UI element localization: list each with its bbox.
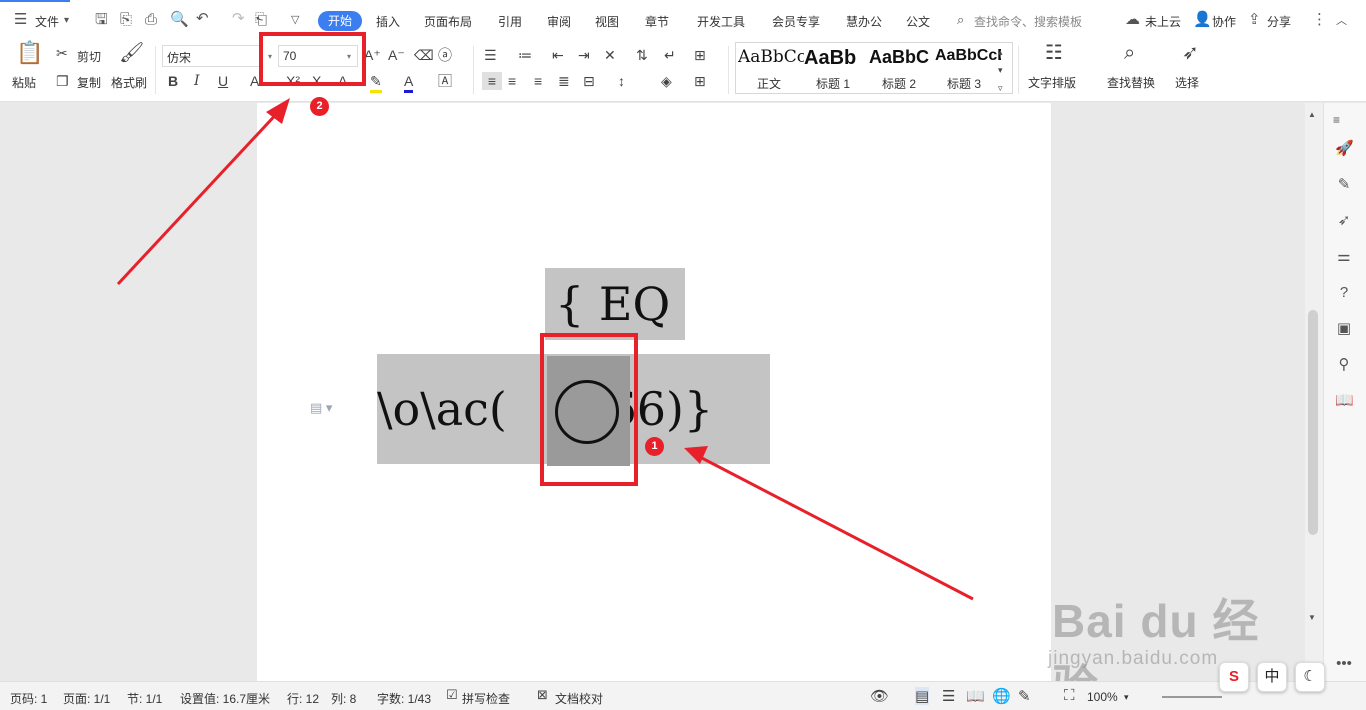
ime-toolbar: S 中 ☾ <box>1219 662 1329 692</box>
sogou-icon[interactable]: S <box>1219 662 1249 692</box>
arrow-to-fontsize <box>116 106 284 286</box>
pointer-icon[interactable]: ➶ <box>1335 212 1353 230</box>
arrow-to-symbol <box>697 454 974 601</box>
status-page[interactable]: 页码: 1 <box>10 690 47 707</box>
spellcheck-button[interactable]: 拼写检查 <box>462 690 510 707</box>
more-horizontal-icon[interactable]: ••• <box>1335 655 1353 673</box>
fit-page-icon[interactable]: ⛶ <box>1064 687 1075 704</box>
status-col[interactable]: 列: 8 <box>331 690 356 707</box>
zoom-dropdown-icon[interactable]: ▾ <box>1124 692 1129 703</box>
arrow-head-symbol <box>684 446 708 464</box>
status-section[interactable]: 节: 1/1 <box>127 690 162 707</box>
moon-icon[interactable]: ☾ <box>1295 662 1325 692</box>
picture-icon[interactable]: ▣ <box>1335 320 1353 338</box>
book-icon[interactable]: 📖 <box>1335 392 1354 410</box>
status-pages[interactable]: 页面: 1/1 <box>63 690 110 707</box>
pen-icon[interactable]: ✎ <box>1335 176 1353 194</box>
status-words[interactable]: 字数: 1/43 <box>377 690 431 707</box>
outline-view-icon[interactable]: ☰ <box>942 687 955 705</box>
proofread-icon: ⊠ <box>537 687 548 702</box>
scroll-up-icon[interactable]: ▲ <box>1308 107 1316 123</box>
web-view-icon[interactable]: 🌐 <box>992 687 1011 705</box>
status-setting[interactable]: 设置值: 16.7厘米 <box>180 690 270 707</box>
spellcheck-icon: ☑ <box>446 687 458 702</box>
write-mode-icon[interactable]: ✎ <box>1018 687 1031 705</box>
sliders-icon[interactable]: ⚌ <box>1335 248 1353 266</box>
panel-menu-icon[interactable]: ≡ <box>1333 112 1340 128</box>
proofread-button[interactable]: 文档校对 <box>555 690 603 707</box>
ime-language-toggle[interactable]: 中 <box>1257 662 1287 692</box>
status-row[interactable]: 行: 12 <box>287 690 319 707</box>
status-bar: 页码: 1 页面: 1/1 节: 1/1 设置值: 16.7厘米 行: 12 列… <box>0 681 1366 710</box>
zoom-slider[interactable] <box>1162 696 1222 698</box>
scroll-down-icon[interactable]: ▼ <box>1308 610 1316 626</box>
scrollbar-thumb[interactable] <box>1308 310 1318 535</box>
rocket-icon[interactable]: 🚀 <box>1335 140 1354 158</box>
zoom-level[interactable]: 100% <box>1087 690 1118 704</box>
page-view-icon[interactable]: ▤ <box>915 687 930 705</box>
eye-protection-icon[interactable]: 👁 <box>870 687 889 705</box>
location-icon[interactable]: ⚲ <box>1335 356 1353 374</box>
help-icon[interactable]: ? <box>1335 284 1353 302</box>
reading-view-icon[interactable]: 📖 <box>966 687 985 705</box>
watermark-url: jingyan.baidu.com <box>1048 648 1219 669</box>
